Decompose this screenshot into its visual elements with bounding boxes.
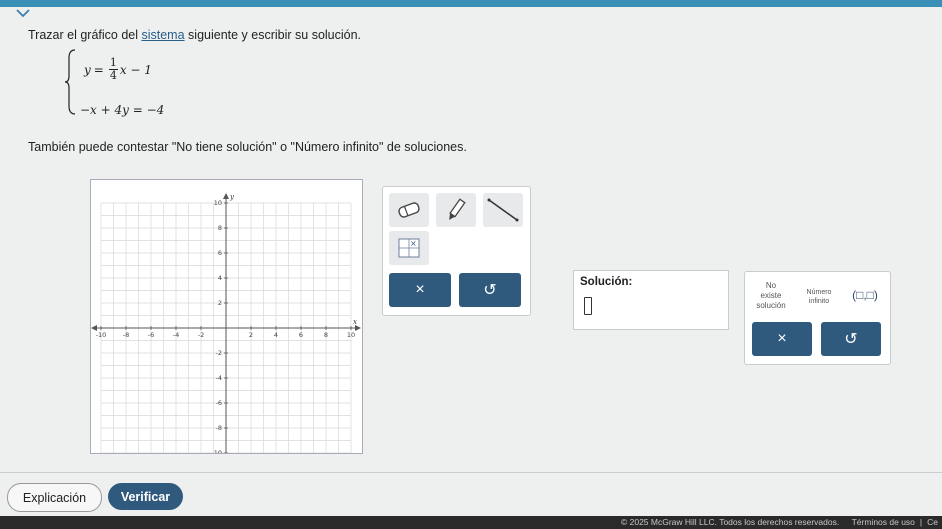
svg-text:×: ×: [410, 239, 417, 248]
system-brace: [64, 49, 76, 115]
copyright-text: © 2025 McGraw Hill LLC. Todos los derech…: [620, 517, 840, 527]
y-tick-label: -8: [216, 424, 222, 432]
verify-button[interactable]: Verificar: [108, 483, 183, 510]
x-tick-label: 8: [324, 331, 328, 339]
y-tick-label: -2: [216, 349, 222, 357]
y-tick-label: 6: [218, 249, 222, 257]
question-prompt: Trazar el gráfico del sistema siguiente …: [28, 28, 362, 42]
footer-extra-link[interactable]: Ce: [927, 517, 938, 527]
y-tick-label: 4: [218, 274, 222, 282]
x-axis-label: x: [353, 318, 357, 326]
x-tick-label: 4: [274, 331, 278, 339]
y-tick-label: 8: [218, 224, 222, 232]
line-tool-icon[interactable]: [483, 193, 523, 227]
terms-link[interactable]: Términos de uso: [852, 517, 915, 527]
sistema-link[interactable]: sistema: [141, 28, 184, 42]
graph-area[interactable]: x y -10 -8 -6 -4 -2 2 4 6 8 10 10 8 6 4 2 -2 -4 -6 -8 -10: [90, 179, 363, 463]
y-tick-label: -4: [216, 374, 222, 382]
x-tick-label: 2: [249, 331, 253, 339]
solution-input[interactable]: [584, 297, 592, 315]
collapse-chevron-icon[interactable]: [10, 6, 36, 20]
coordinate-plane[interactable]: x y -10 -8 -6 -4 -2 2 4 6 8 10 10 8 6 4 2 -2 -4 -6 -8 -10: [91, 180, 362, 463]
x-tick-label: 6: [299, 331, 303, 339]
graph-undo-button[interactable]: ↺: [459, 273, 521, 307]
y-tick-label: -10: [211, 449, 222, 453]
y-tick-label: 2: [218, 299, 222, 307]
x-tick-label: -6: [148, 331, 154, 339]
no-solution-option[interactable]: No existe solución: [753, 281, 789, 311]
solution-box: Solución:: [573, 270, 729, 330]
x-tick-label: -8: [123, 331, 129, 339]
point-tool-icon[interactable]: ×: [389, 231, 429, 265]
infinite-solutions-option[interactable]: Número infinito: [799, 288, 839, 306]
y-tick-label: 10: [214, 199, 222, 207]
solution-clear-button[interactable]: ×: [752, 322, 812, 356]
ordered-pair-option[interactable]: (□,□): [845, 288, 885, 302]
x-tick-label: -4: [173, 331, 179, 339]
graph-tools-panel: × × ↺: [382, 186, 531, 316]
x-tick-label: 10: [347, 331, 355, 339]
solution-undo-button[interactable]: ↺: [821, 322, 881, 356]
pencil-icon[interactable]: [436, 193, 476, 227]
top-bar: [0, 0, 942, 7]
graph-clear-button[interactable]: ×: [389, 273, 451, 307]
y-axis-label: y: [229, 193, 235, 201]
footer: © 2025 McGraw Hill LLC. Todos los derech…: [0, 516, 942, 529]
y-axis-arrow: [223, 193, 229, 199]
equation-2: −x + 4y = −4: [80, 103, 165, 117]
x-tick-label: -2: [198, 331, 204, 339]
solution-options-panel: No existe solución Número infinito (□,□)…: [744, 271, 891, 365]
y-tick-label: -6: [216, 399, 222, 407]
fraction: 14: [108, 56, 118, 82]
answer-note: También puede contestar "No tiene soluci…: [28, 140, 467, 154]
eraser-icon[interactable]: [389, 193, 429, 227]
explanation-button[interactable]: Explicación: [7, 483, 102, 512]
divider: [0, 472, 942, 473]
solution-label: Solución:: [580, 276, 633, 288]
equation-1: y = 14 x − 1: [84, 56, 152, 82]
x-tick-label: -10: [96, 331, 107, 339]
